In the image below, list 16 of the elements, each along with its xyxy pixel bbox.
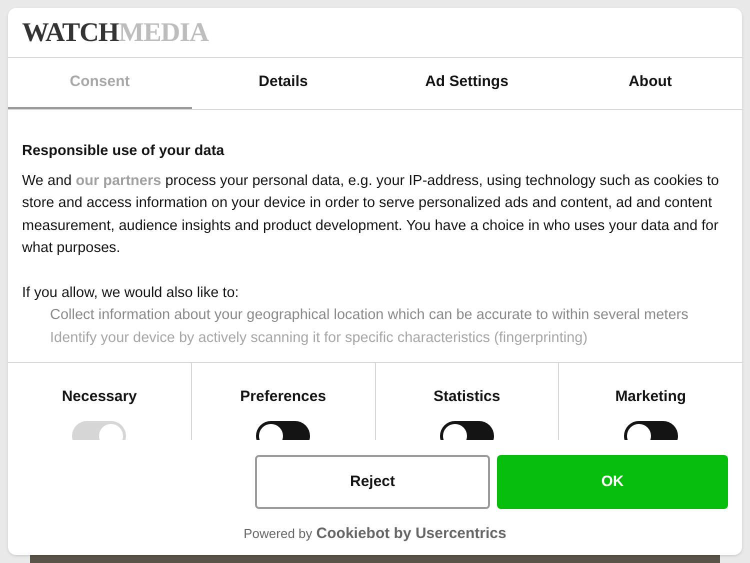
- category-label: Statistics: [434, 387, 500, 407]
- purpose-text: Identify your device by actively scanning it for specific characteristics (fingerprinting): [49, 328, 589, 348]
- intro-paragraph: We and our partners process your personal data, e.g. your IP-address, using technology such as cookies to store and access information on your device in order to serve personalized ads and content, ad and content measurement, audience insights and product development. You have a choice in who uses your data and for what purposes.: [22, 172, 720, 258]
- tab[interactable]: About: [558, 58, 742, 109]
- cookiebot-link[interactable]: Cookiebot by Usercentrics: [316, 523, 506, 546]
- category-label: Marketing: [615, 387, 686, 407]
- tab[interactable]: Details: [192, 58, 375, 109]
- category-label: Preferences: [240, 387, 326, 407]
- category-label: Necessary: [62, 387, 137, 407]
- powered-by-text: Powered by: [244, 525, 312, 543]
- reject-button[interactable]: Reject: [255, 455, 490, 509]
- logo: WATCHMEDIA: [22, 19, 208, 46]
- tab[interactable]: Ad Settings: [375, 58, 558, 109]
- purpose-text: Collect information about your geographical location which can be accurate to within several meters: [49, 306, 690, 325]
- section-heading: Responsible use of your data: [22, 142, 226, 161]
- allow-text: If you allow, we would also like to:: [22, 284, 240, 302]
